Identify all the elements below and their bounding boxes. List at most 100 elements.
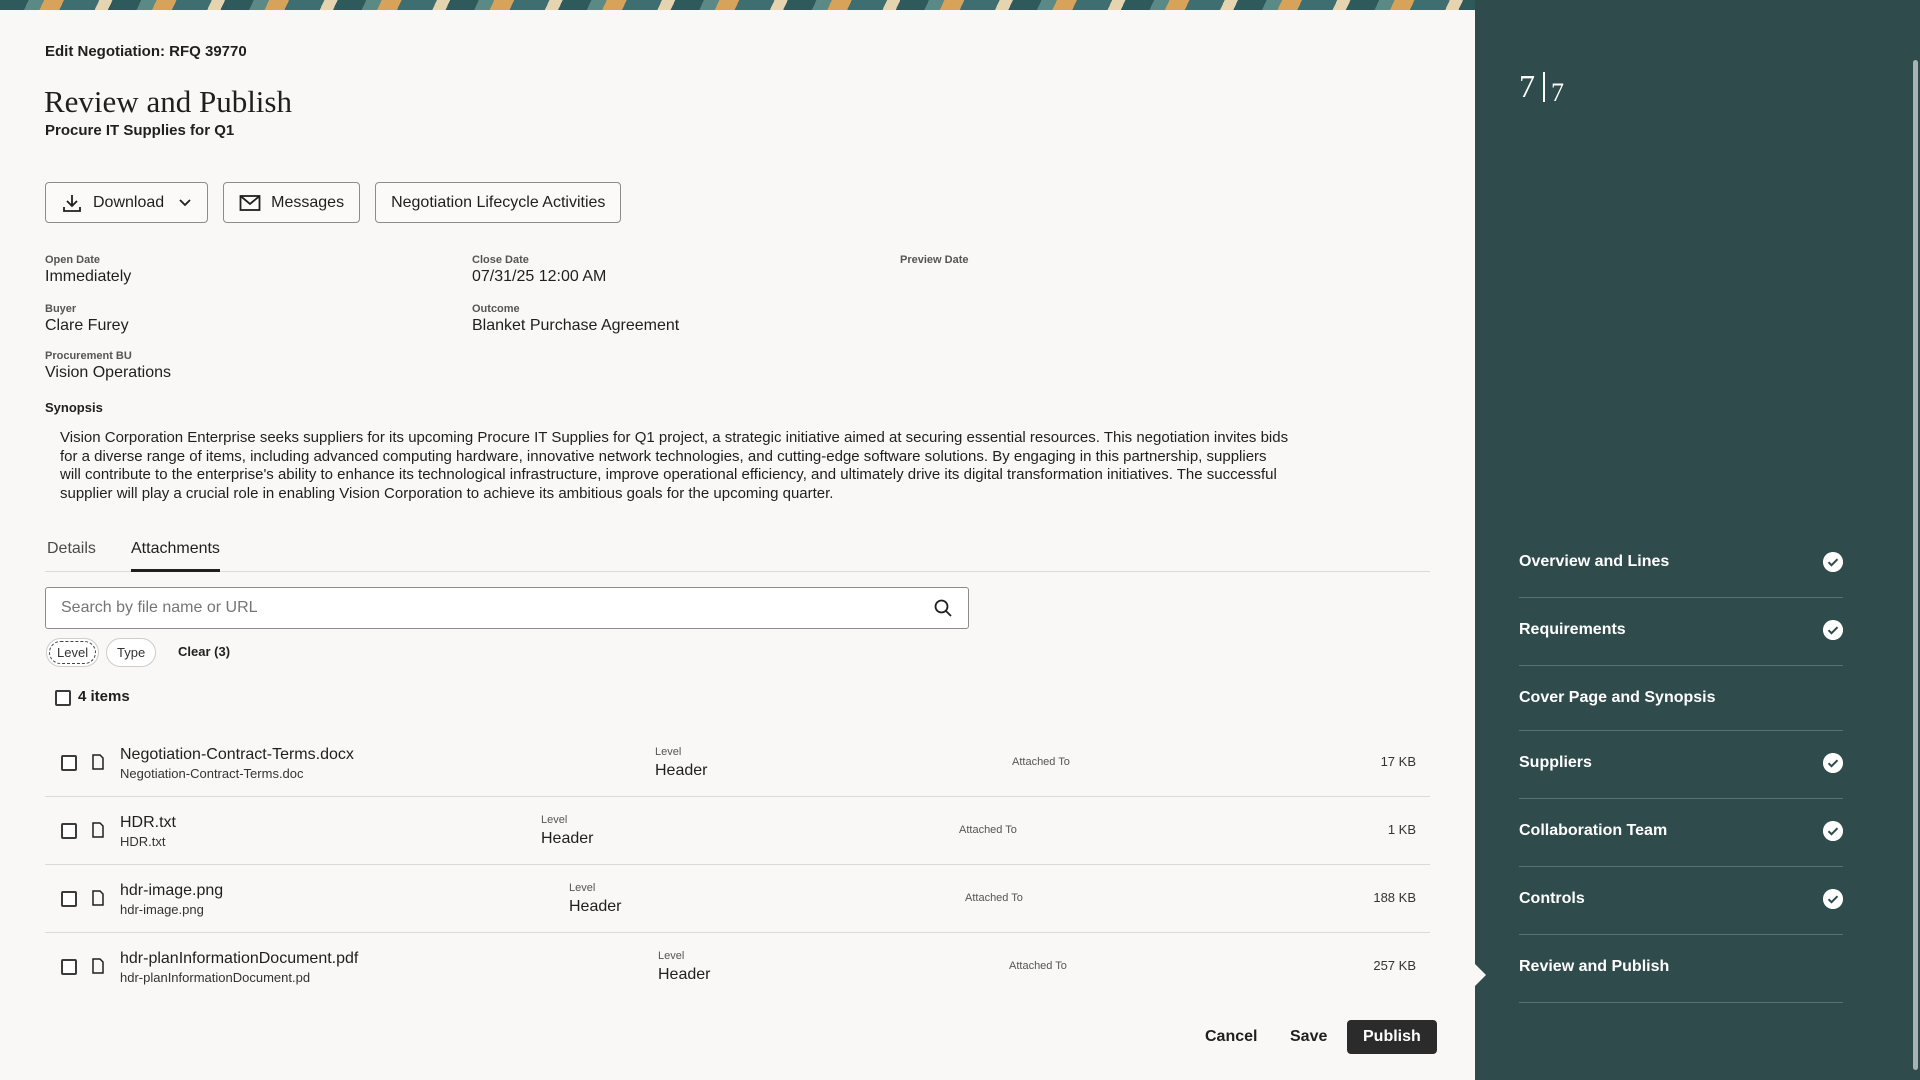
file-icon <box>92 822 104 838</box>
nav-step-label: Review and Publish <box>1519 958 1670 975</box>
file-icon <box>92 754 104 770</box>
page-subtitle: Procure IT Supplies for Q1 <box>45 122 235 139</box>
buyer-value: Clare Furey <box>45 317 129 334</box>
open-date-value: Immediately <box>45 268 132 285</box>
current-step-marker <box>1475 964 1486 986</box>
procurement-bu-field: Procurement BU Vision Operations <box>45 350 171 382</box>
select-all-checkbox[interactable] <box>55 690 71 706</box>
messages-label: Messages <box>271 193 345 211</box>
attachment-name[interactable]: Negotiation-Contract-Terms.docx <box>120 746 354 764</box>
messages-button[interactable]: Messages <box>223 182 361 223</box>
cancel-button[interactable]: Cancel <box>1189 1020 1273 1054</box>
step-current: 7 <box>1519 68 1535 104</box>
row-checkbox[interactable] <box>61 959 77 975</box>
level-label: Level <box>655 746 682 758</box>
outcome-label: Outcome <box>472 303 520 315</box>
tab-details[interactable]: Details <box>47 540 96 572</box>
attachment-name[interactable]: HDR.txt <box>120 814 176 832</box>
progress-panel: 7 7 Overview and Lines Requirements Cove… <box>1475 0 1920 1080</box>
edit-negotiation-title: Edit Negotiation: RFQ 39770 <box>45 43 247 60</box>
nav-step-label: Overview and Lines <box>1519 553 1670 570</box>
attachment-name[interactable]: hdr-image.png <box>120 882 223 900</box>
nav-step-label: Cover Page and Synopsis <box>1519 689 1716 706</box>
preview-date-field: Preview Date <box>900 254 968 268</box>
close-date-field: Close Date 07/31/25 12:00 AM <box>472 254 606 286</box>
open-date-label: Open Date <box>45 254 101 266</box>
file-size: 1 KB <box>1387 822 1416 837</box>
preview-date-label: Preview Date <box>900 254 969 266</box>
type-filter-chip[interactable]: Type <box>106 638 157 667</box>
close-date-value: 07/31/25 12:00 AM <box>472 268 607 285</box>
row-checkbox[interactable] <box>61 823 77 839</box>
step-total: 7 <box>1551 78 1564 107</box>
synopsis-label: Synopsis <box>45 400 103 415</box>
level-value: Header <box>569 898 622 915</box>
attachment-name[interactable]: hdr-planInformationDocument.pdf <box>120 950 358 968</box>
lifecycle-label: Negotiation Lifecycle Activities <box>391 193 606 211</box>
level-value: Header <box>541 830 594 847</box>
attachment-row[interactable]: hdr-planInformationDocument.pdf hdr-plan… <box>45 933 1430 1001</box>
attachment-filename: Negotiation-Contract-Terms.doc <box>120 766 304 781</box>
file-size: 257 KB <box>1373 958 1416 973</box>
level-filter-chip[interactable]: Level <box>46 638 100 667</box>
file-icon <box>92 958 104 974</box>
attachment-row[interactable]: HDR.txt HDR.txt Level Header Attached To… <box>45 797 1430 865</box>
attached-to-label: Attached To <box>1012 756 1070 768</box>
nav-step-cover-page-and-synopsis[interactable]: Cover Page and Synopsis <box>1519 666 1843 731</box>
step-counter: 7 7 <box>1519 68 1564 108</box>
file-size: 17 KB <box>1380 754 1416 769</box>
check-circle-icon <box>1823 753 1843 773</box>
attachment-row[interactable]: Negotiation-Contract-Terms.docx Negotiat… <box>45 729 1430 797</box>
nav-step-collaboration-team[interactable]: Collaboration Team <box>1519 799 1843 867</box>
attachment-filename: HDR.txt <box>120 834 166 849</box>
nav-step-suppliers[interactable]: Suppliers <box>1519 731 1843 799</box>
outcome-field: Outcome Blanket Purchase Agreement <box>472 303 679 335</box>
attachment-row[interactable]: hdr-image.png hdr-image.png Level Header… <box>45 865 1430 933</box>
nav-step-label: Controls <box>1519 890 1585 907</box>
nav-step-review-and-publish[interactable]: Review and Publish <box>1519 935 1843 1003</box>
procurement-bu-value: Vision Operations <box>45 364 171 381</box>
mail-icon <box>239 194 261 211</box>
level-value: Header <box>658 966 711 983</box>
download-icon <box>63 194 81 212</box>
page-title: Review and Publish <box>44 84 292 119</box>
step-divider <box>1543 72 1545 102</box>
nav-step-label: Collaboration Team <box>1519 822 1668 839</box>
attached-to-label: Attached To <box>965 892 1023 904</box>
level-value: Header <box>655 762 708 779</box>
attachment-filename: hdr-planInformationDocument.pd <box>120 970 311 985</box>
attachment-filename: hdr-image.png <box>120 902 204 917</box>
check-circle-icon <box>1823 620 1843 640</box>
level-label: Level <box>569 882 596 894</box>
clear-filters-link[interactable]: Clear (3) <box>178 644 230 659</box>
buyer-label: Buyer <box>45 303 77 315</box>
save-button[interactable]: Save <box>1274 1020 1343 1054</box>
row-checkbox[interactable] <box>61 891 77 907</box>
download-button[interactable]: Download <box>45 182 209 223</box>
attached-to-label: Attached To <box>1009 960 1067 972</box>
file-icon <box>92 890 104 906</box>
check-circle-icon <box>1823 889 1843 909</box>
row-checkbox[interactable] <box>61 755 77 771</box>
file-size: 188 KB <box>1373 890 1416 905</box>
nav-step-label: Requirements <box>1519 621 1626 638</box>
items-count: 4 items <box>78 688 130 705</box>
lifecycle-activities-button[interactable]: Negotiation Lifecycle Activities <box>375 182 622 223</box>
panel-scrollbar[interactable] <box>1913 60 1918 1070</box>
decorative-banner <box>0 0 1475 10</box>
attachments-search-input[interactable] <box>45 587 969 629</box>
close-date-label: Close Date <box>472 254 529 266</box>
nav-step-controls[interactable]: Controls <box>1519 867 1843 935</box>
nav-step-requirements[interactable]: Requirements <box>1519 598 1843 666</box>
search-icon[interactable] <box>933 598 953 618</box>
publish-button[interactable]: Publish <box>1347 1020 1437 1054</box>
check-circle-icon <box>1823 552 1843 572</box>
procurement-bu-label: Procurement BU <box>45 350 132 362</box>
nav-step-overview-and-lines[interactable]: Overview and Lines <box>1519 530 1843 598</box>
level-label: Level <box>658 950 685 962</box>
open-date-field: Open Date Immediately <box>45 254 131 286</box>
synopsis-text: Vision Corporation Enterprise seeks supp… <box>60 429 1289 502</box>
nav-step-label: Suppliers <box>1519 754 1592 771</box>
tab-attachments[interactable]: Attachments <box>131 540 220 572</box>
attached-to-label: Attached To <box>959 824 1017 836</box>
